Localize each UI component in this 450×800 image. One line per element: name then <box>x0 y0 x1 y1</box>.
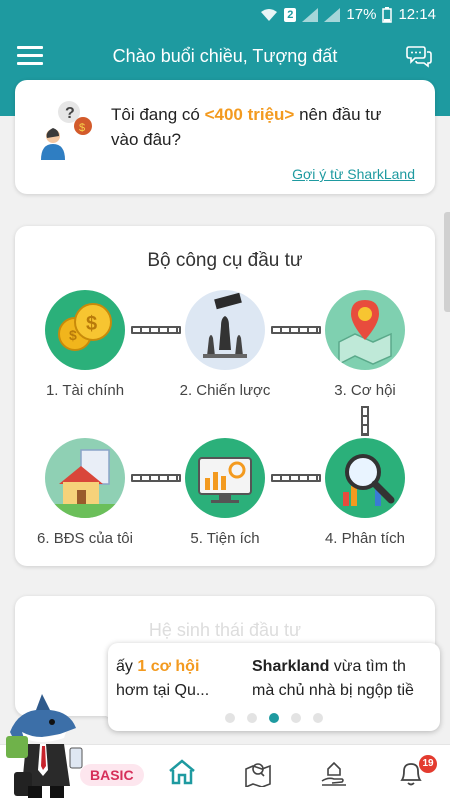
tool-label: 4. Phân tích <box>324 530 406 547</box>
svg-text:?: ? <box>65 105 75 122</box>
magnifier-chart-icon <box>325 438 405 518</box>
tool-my-property[interactable]: 6. BĐS của tôi <box>15 438 155 547</box>
carousel-slide[interactable]: ấy 1 cơ hội hơm tại Qu... <box>116 655 209 703</box>
ecosystem-title: Hệ sinh thái đầu tư <box>148 620 302 640</box>
carousel-dot-active[interactable] <box>269 713 279 723</box>
home-icon[interactable] <box>168 759 196 785</box>
coins-icon: $ $ <box>45 290 125 370</box>
sharkland-suggestion-link[interactable]: Gợi ý từ SharkLand <box>292 166 415 182</box>
shark-mascot-icon[interactable] <box>0 688 96 800</box>
tools-title: Bộ công cụ đầu tư <box>147 250 303 271</box>
map-search-icon[interactable] <box>244 759 272 787</box>
battery-percent: 17% <box>346 6 377 23</box>
carousel-dot[interactable] <box>313 713 323 723</box>
svg-text:$: $ <box>79 122 85 134</box>
investment-tools-card: Bộ công cụ đầu tư $ $ 1. Tài chính 2. Ch… <box>15 226 435 566</box>
person-question-icon: ? $ <box>41 101 92 160</box>
battery-icon <box>382 6 393 23</box>
greeting-title: Chào buổi chiều, Tượng đất <box>112 46 338 66</box>
status-bar: 2 17% 12:14 <box>0 0 450 34</box>
tool-opportunity[interactable]: 3. Cơ hội <box>295 290 435 399</box>
chess-icon <box>185 290 265 370</box>
carousel-dot[interactable] <box>225 713 235 723</box>
wifi-icon <box>261 8 278 21</box>
hand-house-icon[interactable] <box>320 759 348 787</box>
scrollbar[interactable] <box>444 212 450 312</box>
carousel-dot[interactable] <box>247 713 257 723</box>
notification-count-badge: 19 <box>419 755 437 773</box>
connector <box>361 406 369 436</box>
tool-label: 2. Chiến lược <box>179 382 271 399</box>
tool-strategy[interactable]: 2. Chiến lược <box>155 290 295 399</box>
svg-text:$: $ <box>69 327 77 343</box>
tool-finance[interactable]: $ $ 1. Tài chính <box>15 290 155 399</box>
house-icon <box>45 438 125 518</box>
app-header: Chào buổi chiều, Tượng đất <box>0 34 450 80</box>
tool-label: 1. Tài chính <box>45 382 125 399</box>
svg-text:$: $ <box>86 313 97 335</box>
clock: 12:14 <box>398 6 436 23</box>
tool-label: 6. BĐS của tôi <box>37 530 133 547</box>
signal-icon-2 <box>324 7 341 22</box>
tool-analysis[interactable]: 4. Phân tích <box>295 438 435 547</box>
monitor-gear-icon <box>185 438 265 518</box>
notification-carousel[interactable]: ấy 1 cơ hội hơm tại Qu... Sharkland vừa … <box>108 643 440 731</box>
chat-icon[interactable] <box>406 44 432 68</box>
investment-question-card[interactable]: ? $ Tôi đang có <400 triệu> nên đầu tư v… <box>15 80 435 194</box>
carousel-slide[interactable]: Sharkland vừa tìm th mà chủ nhà bị ngộp … <box>252 655 414 703</box>
carousel-dot[interactable] <box>291 713 301 723</box>
sim-badge: 2 <box>284 7 297 22</box>
tool-label: 3. Cơ hội <box>334 382 396 399</box>
amount-highlight: <400 triệu> <box>204 105 295 124</box>
map-pin-icon <box>325 290 405 370</box>
signal-icon <box>302 7 319 22</box>
tool-utilities[interactable]: 5. Tiện ích <box>155 438 295 547</box>
tool-label: 5. Tiện ích <box>190 530 260 547</box>
carousel-dots <box>108 713 440 723</box>
question-text: Tôi đang có <400 triệu> nên đầu tư vào đ… <box>111 105 382 149</box>
